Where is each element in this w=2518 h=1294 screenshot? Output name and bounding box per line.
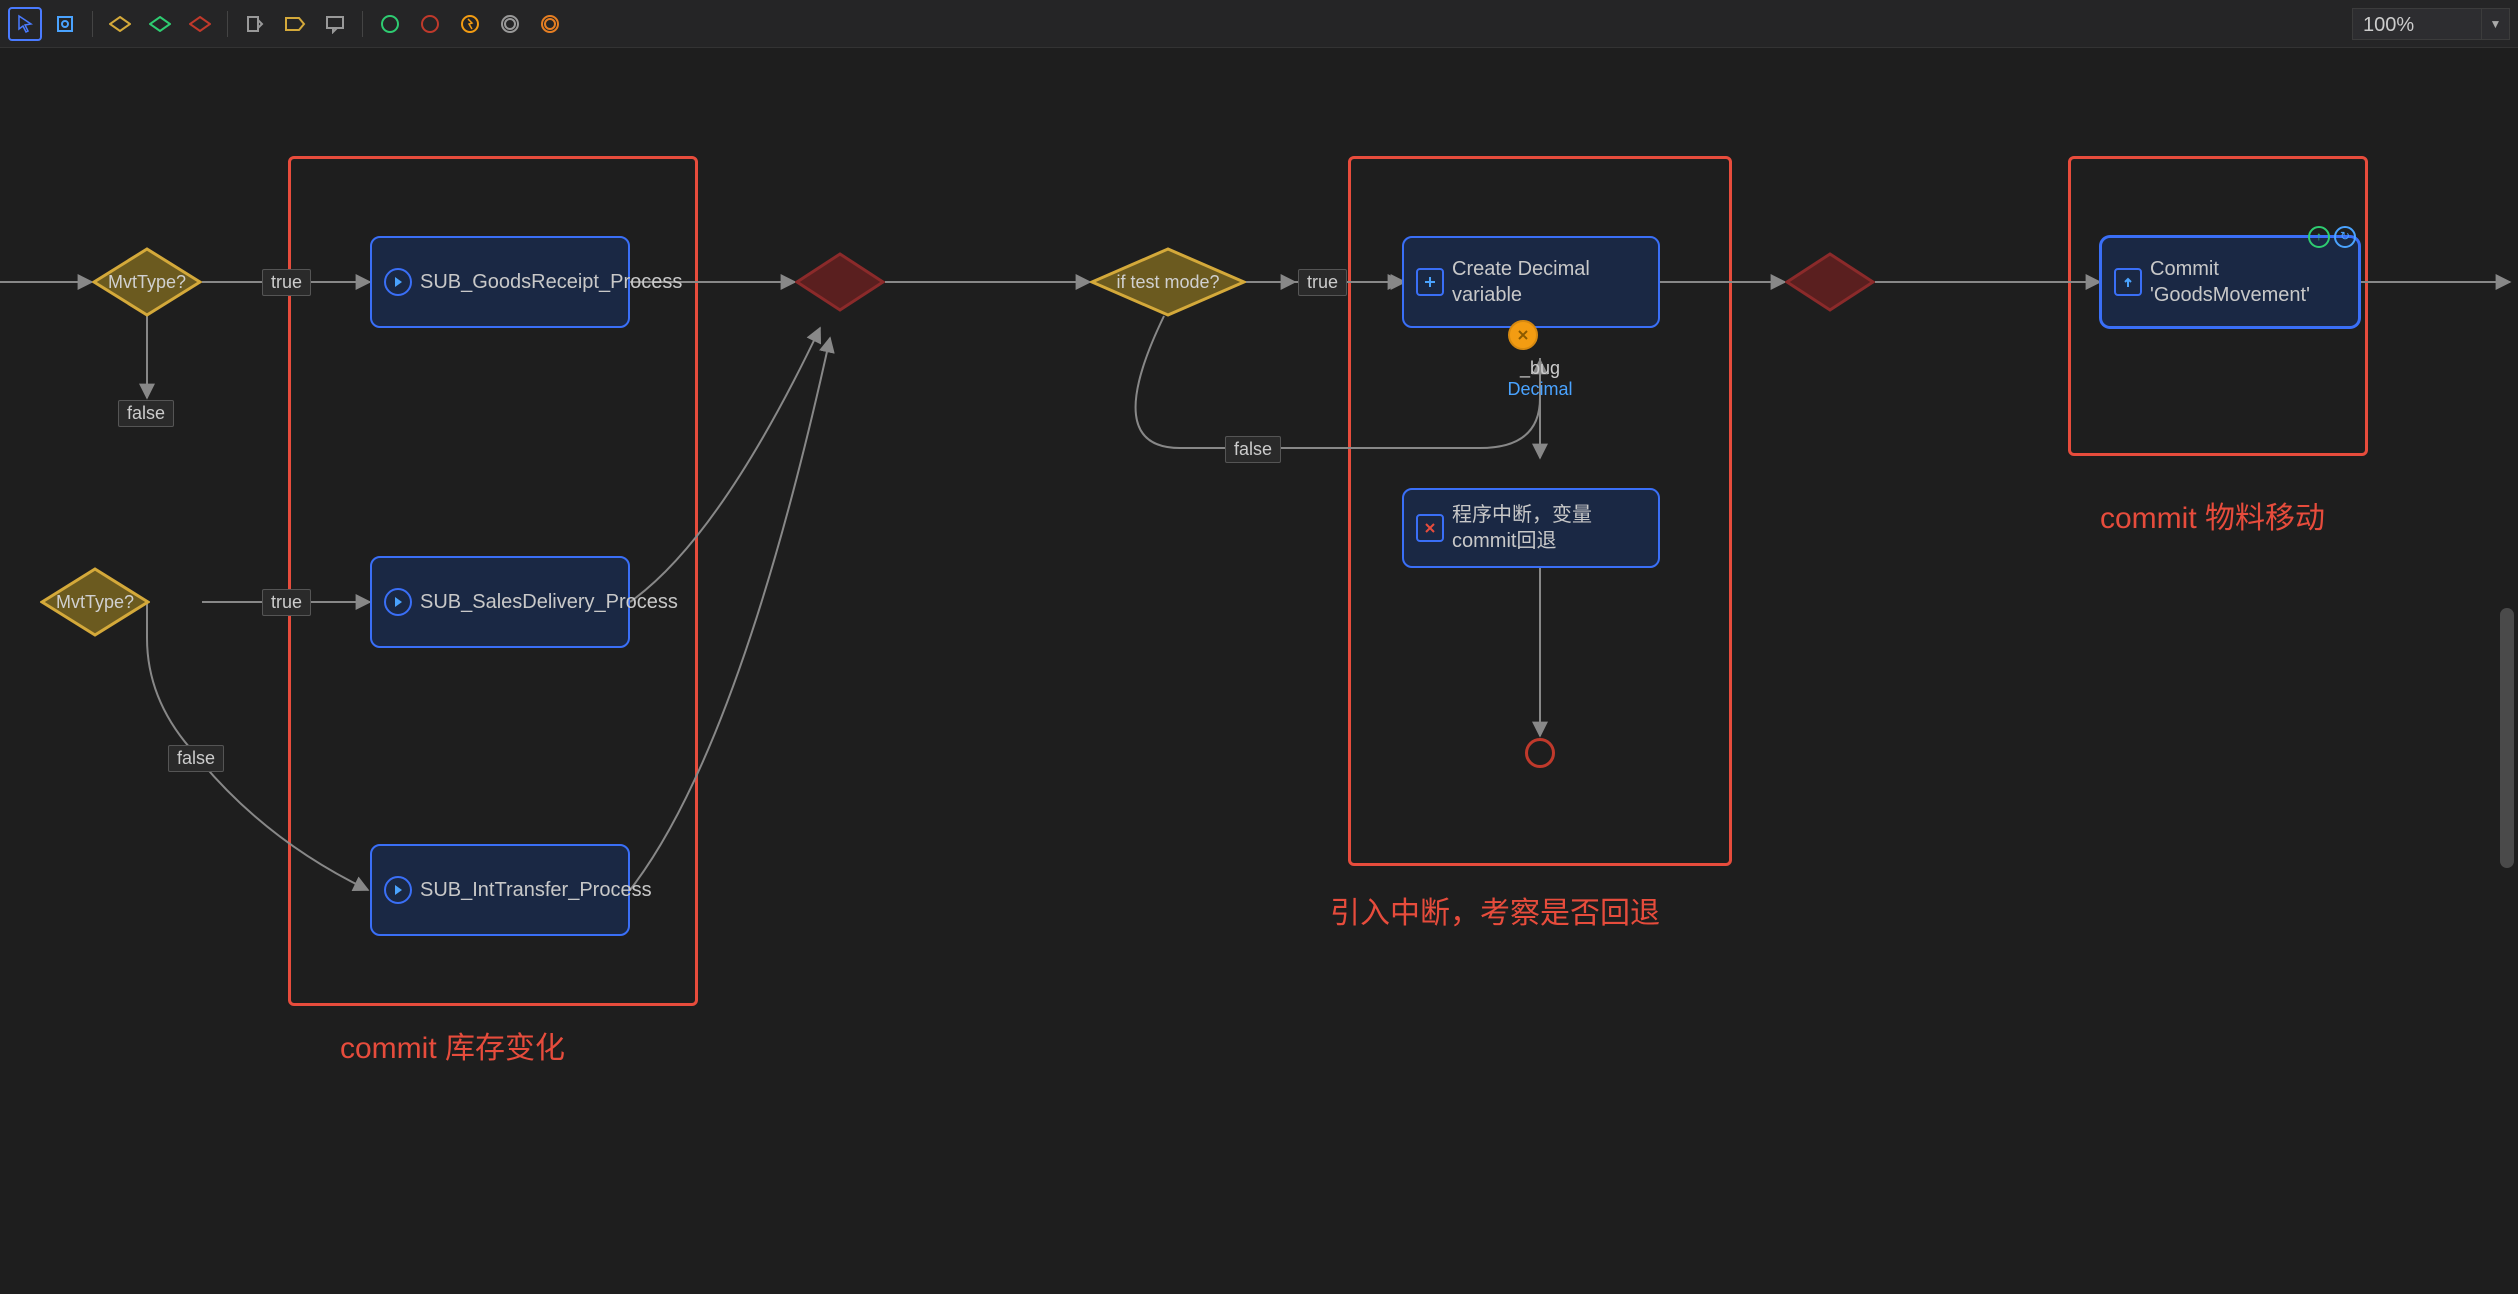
- activity-label: SUB_GoodsReceipt_Process: [420, 269, 682, 295]
- vertical-scrollbar[interactable]: [2500, 608, 2514, 868]
- intermediate-event-tool[interactable]: [493, 7, 527, 41]
- port-type: Decimal: [1500, 379, 1580, 400]
- intermediate-event-orange-tool[interactable]: [533, 7, 567, 41]
- activity-int-transfer[interactable]: SUB_IntTransfer_Process: [370, 844, 630, 936]
- activity-label: 程序中断，变量commit回退: [1452, 502, 1644, 554]
- zoom-dropdown-button[interactable]: ▼: [2482, 8, 2510, 40]
- edge-label-d2-true: true: [262, 589, 311, 616]
- activity-label: SUB_IntTransfer_Process: [420, 877, 652, 903]
- edge-label-d3-true: true: [1298, 269, 1347, 296]
- decision-red-tool[interactable]: [183, 7, 217, 41]
- activity-create-decimal[interactable]: Create Decimal variable: [1402, 236, 1660, 328]
- edge-label-d2-false: false: [168, 745, 224, 772]
- decision-label: MvtType?: [40, 567, 150, 637]
- activity-sales-delivery[interactable]: SUB_SalesDelivery_Process: [370, 556, 630, 648]
- decision-mvttype-2[interactable]: MvtType?: [40, 567, 150, 637]
- toolbar-separator: [92, 11, 93, 37]
- start-event-tool[interactable]: [373, 7, 407, 41]
- error-boundary-event-icon[interactable]: [1508, 320, 1538, 350]
- annotation-label-2: 引入中断，考察是否回退: [1330, 888, 1660, 932]
- edge-label-d1-false: false: [118, 400, 174, 427]
- variable-icon: [1416, 268, 1444, 296]
- port-name: _bug: [1500, 358, 1580, 379]
- activity-label: Commit 'GoodsMovement': [2150, 256, 2344, 308]
- decision-mvttype-1[interactable]: MvtType?: [92, 247, 202, 317]
- tag-tool[interactable]: [278, 7, 312, 41]
- edge-label-d1-true: true: [262, 269, 311, 296]
- container-tool[interactable]: [238, 7, 272, 41]
- end-event-tool[interactable]: [413, 7, 447, 41]
- upload-badge-icon: ↑: [2308, 226, 2330, 248]
- activity-label: SUB_SalesDelivery_Process: [420, 589, 678, 615]
- activity-commit-goodsmovement[interactable]: Commit 'GoodsMovement' ↑ ↻: [2100, 236, 2360, 328]
- refresh-badge-icon: ↻: [2334, 226, 2356, 248]
- toolbar: 100% ▼: [0, 0, 2518, 48]
- workflow-canvas[interactable]: commit 库存变化 引入中断，考察是否回退 commit 物料移动: [0, 48, 2518, 1294]
- output-port-bug: _bug Decimal: [1500, 358, 1580, 400]
- subprocess-icon: [384, 588, 412, 616]
- merge-node-1[interactable]: [795, 252, 885, 312]
- subprocess-icon: [384, 876, 412, 904]
- pointer-tool[interactable]: [8, 7, 42, 41]
- subprocess-icon: [384, 268, 412, 296]
- end-error-event[interactable]: [1525, 738, 1555, 768]
- decision-green-tool[interactable]: [143, 7, 177, 41]
- decision-label: MvtType?: [92, 247, 202, 317]
- toolbar-separator: [227, 11, 228, 37]
- edge-label-d3-false: false: [1225, 436, 1281, 463]
- activity-goods-receipt[interactable]: SUB_GoodsReceipt_Process: [370, 236, 630, 328]
- zoom-value[interactable]: 100%: [2352, 8, 2482, 40]
- decision-testmode[interactable]: if test mode?: [1090, 247, 1246, 317]
- merge-node-2[interactable]: [1785, 252, 1875, 312]
- error-activity-icon: [1416, 514, 1444, 542]
- zoom-control: 100% ▼: [2352, 8, 2510, 40]
- decision-label: if test mode?: [1090, 247, 1246, 317]
- activity-interrupt-rollback[interactable]: 程序中断，变量commit回退: [1402, 488, 1660, 568]
- frame-tool[interactable]: [48, 7, 82, 41]
- activity-label: Create Decimal variable: [1452, 256, 1644, 308]
- toolbar-separator: [362, 11, 363, 37]
- decision-yellow-tool[interactable]: [103, 7, 137, 41]
- comment-tool[interactable]: [318, 7, 352, 41]
- commit-icon: [2114, 268, 2142, 296]
- error-event-tool[interactable]: [453, 7, 487, 41]
- annotation-label-1: commit 库存变化: [340, 1023, 565, 1067]
- annotation-label-3: commit 物料移动: [2100, 493, 2325, 537]
